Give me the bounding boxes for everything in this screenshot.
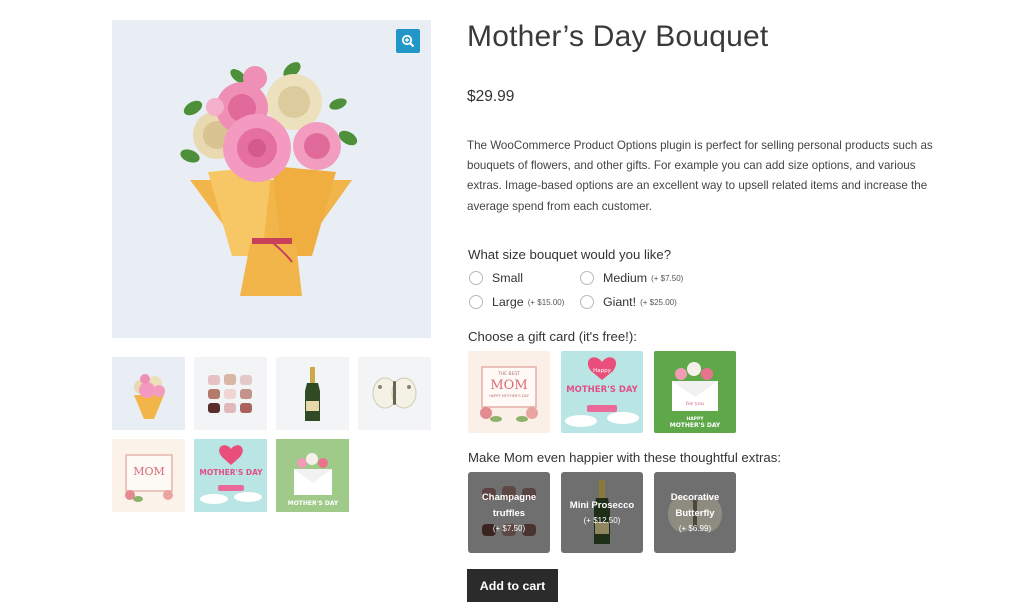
product-description: The WooCommerce Product Options plugin i… [467,139,933,213]
card-text-line: MOTHER'S DAY [566,385,638,395]
size-choice-large[interactable]: Large (+ $15.00) [469,295,564,309]
radio-button[interactable] [469,295,483,309]
size-choice-label: Large [492,295,524,309]
card-text-line: HAPPY MOTHER'S DAY [489,394,530,398]
add-to-cart-button[interactable]: Add to cart [467,569,558,602]
card-text-line: Happy [593,368,611,374]
extra-name: Butterfly [675,507,715,519]
extra-name: truffles [492,507,526,519]
card-text-line: MOTHER'S DAY [670,422,721,429]
thumbnail-mothers-day-card[interactable]: MOTHER'S DAY [194,439,267,512]
happy-mothers-day-card-thumbnail-image: MOTHER'S DAY [199,445,263,504]
extra-name: Decorative [670,491,720,503]
extra-mini-prosecco[interactable]: Mini Prosecco (+ $12.50) [561,472,643,553]
extra-champagne-truffles[interactable]: Champagne truffles (+ $7.50) [468,472,550,553]
size-choice-small[interactable]: Small [469,271,523,285]
size-choice-label: Giant! [603,295,637,309]
size-choice-price: (+ $15.00) [527,297,565,307]
card-text-line: for you [686,401,705,407]
chocolate-truffles-image [208,374,252,413]
product-title: Mother’s Day Bouquet [467,20,769,53]
envelope-flowers-card-image: for you HAPPY MOTHER'S DAY [670,362,721,429]
gift-card-envelope[interactable]: for you HAPPY MOTHER'S DAY [654,351,736,433]
butterfly-image [372,377,417,409]
size-option-label: What size bouquet would you like? [468,247,672,262]
svg-text:MOTHER'S DAY: MOTHER'S DAY [199,468,263,477]
card-text-line: THE BEST [497,371,520,377]
size-choice-medium[interactable]: Medium (+ $7.50) [580,271,683,285]
thumbnail-envelope-card[interactable]: MOTHER'S DAY [276,439,349,512]
gift-card-best-mom[interactable]: THE BEST MOM HAPPY MOTHER'S DAY [468,351,550,433]
bouquet-illustration [180,62,358,296]
bouquet-thumbnail-image [134,374,165,419]
card-text-line: MOM [490,378,527,393]
extra-price: (+ $7.50) [492,523,526,533]
extra-name: Champagne [481,491,537,503]
thumbnail-truffles[interactable] [194,357,267,430]
extra-name: Mini Prosecco [569,499,635,511]
best-mom-card-image: THE BEST MOM HAPPY MOTHER'S DAY [480,366,538,422]
gift-card-option-label: Choose a gift card (it's free!): [468,329,637,344]
radio-button[interactable] [580,295,594,309]
thumbnail-prosecco[interactable] [276,357,349,430]
zoom-button[interactable] [396,29,420,53]
thumbnail-best-mom-card[interactable]: MOM [112,439,185,512]
extra-price: (+ $12.50) [583,515,621,525]
envelope-flowers-card-thumbnail-image: MOTHER'S DAY [288,453,339,507]
size-choice-price: (+ $7.50) [651,273,684,283]
radio-button[interactable] [580,271,594,285]
size-choice-giant[interactable]: Giant! (+ $25.00) [580,295,677,309]
extras-option-label: Make Mom even happier with these thought… [468,450,782,465]
zoom-in-icon [401,34,415,48]
product-price: $29.99 [467,88,515,105]
thumbnail-butterfly[interactable] [358,357,431,430]
thumbnail-bouquet[interactable] [112,357,185,430]
size-choice-label: Medium [603,271,648,285]
extra-price: (+ $6.99) [678,523,712,533]
happy-mothers-day-card-image: Happy MOTHER'S DAY [565,357,639,427]
extra-decorative-butterfly[interactable]: Decorative Butterfly (+ $6.99) [654,472,736,553]
size-choice-price: (+ $25.00) [640,297,677,307]
radio-button[interactable] [469,271,483,285]
svg-text:MOTHER'S DAY: MOTHER'S DAY [288,500,339,507]
main-product-image[interactable] [112,20,431,338]
gift-card-mothers-day[interactable]: Happy MOTHER'S DAY [561,351,643,433]
size-choice-label: Small [492,271,523,285]
prosecco-bottle-image [305,367,320,421]
best-mom-card-thumbnail-image: MOM [125,454,173,502]
svg-text:MOM: MOM [133,465,165,478]
